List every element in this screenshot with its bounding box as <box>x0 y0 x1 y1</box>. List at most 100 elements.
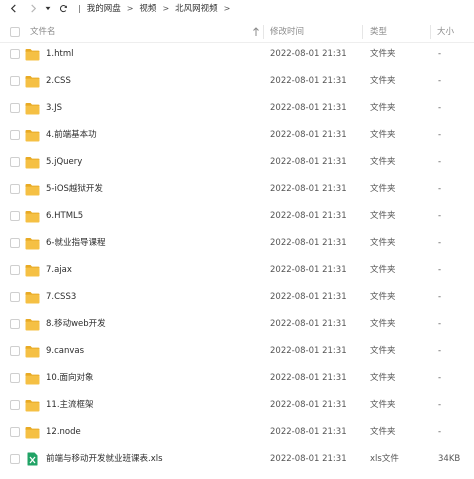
row-checkbox[interactable] <box>10 265 20 275</box>
file-row[interactable]: 9.canvas 2022-08-01 21:31 文件夹 - <box>0 338 474 365</box>
row-checkbox[interactable] <box>10 238 20 248</box>
file-row[interactable]: 6.HTML5 2022-08-01 21:31 文件夹 - <box>0 203 474 230</box>
folder-icon <box>25 427 40 439</box>
file-name[interactable]: 9.canvas <box>46 338 84 365</box>
modified-time: 2022-08-01 21:31 <box>270 49 347 59</box>
modified-time: 2022-08-01 21:31 <box>270 211 347 221</box>
breadcrumb: | 我的网盘 > 视频 > 北风网视频 > <box>78 2 234 15</box>
file-name[interactable]: 11.主流框架 <box>46 392 94 419</box>
file-row[interactable]: 1.html 2022-08-01 21:31 文件夹 - <box>0 41 474 68</box>
file-size: - <box>438 238 442 248</box>
modified-time: 2022-08-01 21:31 <box>270 265 347 275</box>
file-type: 文件夹 <box>370 76 396 86</box>
file-size: - <box>438 265 442 275</box>
row-checkbox[interactable] <box>10 346 20 356</box>
file-type: 文件夹 <box>370 157 396 167</box>
toolbar: | 我的网盘 > 视频 > 北风网视频 > <box>0 0 474 16</box>
file-name[interactable]: 1.html <box>46 41 73 68</box>
file-name[interactable]: 5.jQuery <box>46 149 82 176</box>
file-type: 文件夹 <box>370 49 396 59</box>
file-name[interactable]: 7.CSS3 <box>46 284 76 311</box>
file-row[interactable]: 10.面向对象 2022-08-01 21:31 文件夹 - <box>0 365 474 392</box>
column-divider[interactable] <box>362 25 363 39</box>
row-checkbox[interactable] <box>10 49 20 59</box>
column-header: 文件名 修改时间 类型 大小 <box>0 21 474 43</box>
sort-ascending-icon[interactable] <box>252 26 260 38</box>
folder-icon <box>25 400 40 412</box>
modified-time: 2022-08-01 21:31 <box>270 427 347 437</box>
modified-time: 2022-08-01 21:31 <box>270 346 347 356</box>
file-type: 文件夹 <box>370 427 396 437</box>
column-divider[interactable] <box>263 25 264 39</box>
file-size: - <box>438 292 442 302</box>
modified-time: 2022-08-01 21:31 <box>270 319 347 329</box>
row-checkbox[interactable] <box>10 319 20 329</box>
chevron-right-icon[interactable]: > <box>221 4 234 13</box>
file-name[interactable]: 3.JS <box>46 95 62 122</box>
file-type: 文件夹 <box>370 184 396 194</box>
file-row[interactable]: 7.ajax 2022-08-01 21:31 文件夹 - <box>0 257 474 284</box>
row-checkbox[interactable] <box>10 130 20 140</box>
modified-time: 2022-08-01 21:31 <box>270 184 347 194</box>
back-button[interactable] <box>6 1 20 15</box>
folder-icon <box>25 49 40 61</box>
history-dropdown-button[interactable] <box>44 1 52 15</box>
select-all-checkbox[interactable] <box>10 27 20 37</box>
file-name[interactable]: 7.ajax <box>46 257 72 284</box>
file-row[interactable]: 2.CSS 2022-08-01 21:31 文件夹 - <box>0 68 474 95</box>
file-name[interactable]: 前端与移动开发就业班课表.xls <box>46 446 163 473</box>
file-row[interactable]: 前端与移动开发就业班课表.xls 2022-08-01 21:31 xls文件 34K… <box>0 446 474 473</box>
row-checkbox[interactable] <box>10 157 20 167</box>
file-size: - <box>438 103 442 113</box>
file-name[interactable]: 6-就业指导课程 <box>46 230 105 257</box>
file-name[interactable]: 4.前端基本功 <box>46 122 97 149</box>
file-row[interactable]: 5.jQuery 2022-08-01 21:31 文件夹 - <box>0 149 474 176</box>
row-checkbox[interactable] <box>10 427 20 437</box>
file-row[interactable]: 6-就业指导课程 2022-08-01 21:31 文件夹 - <box>0 230 474 257</box>
chevron-right-icon: > <box>126 3 134 13</box>
column-divider[interactable] <box>430 25 431 39</box>
breadcrumb-item-current[interactable]: 北风网视频 <box>172 2 221 14</box>
forward-button[interactable] <box>26 1 40 15</box>
modified-time: 2022-08-01 21:31 <box>270 76 347 86</box>
file-row[interactable]: 5-iOS越狱开发 2022-08-01 21:31 文件夹 - <box>0 176 474 203</box>
column-header-date[interactable]: 修改时间 <box>270 21 304 43</box>
file-name[interactable]: 2.CSS <box>46 68 71 95</box>
breadcrumb-item-my-drive[interactable]: 我的网盘 <box>84 2 124 14</box>
row-checkbox[interactable] <box>10 76 20 86</box>
file-name[interactable]: 12.node <box>46 419 81 446</box>
row-checkbox[interactable] <box>10 454 20 464</box>
row-checkbox[interactable] <box>10 292 20 302</box>
file-size: - <box>438 157 442 167</box>
row-checkbox[interactable] <box>10 400 20 410</box>
column-header-name[interactable]: 文件名 <box>30 21 56 43</box>
row-checkbox[interactable] <box>10 184 20 194</box>
folder-icon <box>25 346 40 358</box>
file-size: - <box>438 373 442 383</box>
file-name[interactable]: 6.HTML5 <box>46 203 83 230</box>
folder-icon <box>25 373 40 385</box>
row-checkbox[interactable] <box>10 211 20 221</box>
file-row[interactable]: 12.node 2022-08-01 21:31 文件夹 - <box>0 419 474 446</box>
row-checkbox[interactable] <box>10 103 20 113</box>
folder-icon <box>25 76 40 88</box>
file-type: 文件夹 <box>370 373 396 383</box>
file-type: 文件夹 <box>370 292 396 302</box>
column-header-type[interactable]: 类型 <box>370 21 387 43</box>
column-header-size[interactable]: 大小 <box>437 21 454 43</box>
file-name[interactable]: 10.面向对象 <box>46 365 94 392</box>
refresh-button[interactable] <box>56 1 70 15</box>
file-row[interactable]: 3.JS 2022-08-01 21:31 文件夹 - <box>0 95 474 122</box>
folder-icon <box>25 265 40 277</box>
modified-time: 2022-08-01 21:31 <box>270 400 347 410</box>
row-checkbox[interactable] <box>10 373 20 383</box>
breadcrumb-item-videos[interactable]: 视频 <box>136 2 159 14</box>
file-row[interactable]: 8.移动web开发 2022-08-01 21:31 文件夹 - <box>0 311 474 338</box>
file-name[interactable]: 5-iOS越狱开发 <box>46 176 103 203</box>
file-name[interactable]: 8.移动web开发 <box>46 311 106 338</box>
file-row[interactable]: 4.前端基本功 2022-08-01 21:31 文件夹 - <box>0 122 474 149</box>
file-row[interactable]: 11.主流框架 2022-08-01 21:31 文件夹 - <box>0 392 474 419</box>
file-row[interactable]: 7.CSS3 2022-08-01 21:31 文件夹 - <box>0 284 474 311</box>
file-size: - <box>438 49 442 59</box>
modified-time: 2022-08-01 21:31 <box>270 292 347 302</box>
